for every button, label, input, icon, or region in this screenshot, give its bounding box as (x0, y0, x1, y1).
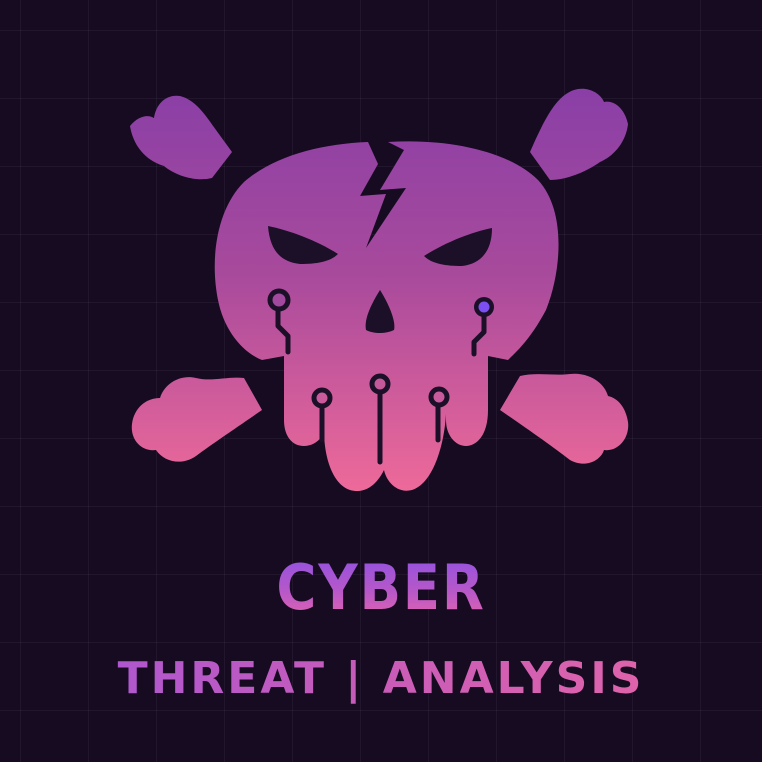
bone-end-top-left-icon (130, 95, 232, 180)
bone-end-bottom-right-icon (500, 373, 629, 464)
logo-subtitle: THREAT | ANALYSIS (0, 648, 762, 710)
skull-icon (214, 141, 559, 492)
bone-end-top-right-icon (530, 88, 628, 180)
circuit-node-accent-icon (478, 301, 490, 313)
bone-end-bottom-left-icon (131, 377, 262, 462)
logo-canvas: CYBER THREAT | ANALYSIS (0, 0, 762, 762)
logo-title: CYBER (46, 548, 717, 628)
